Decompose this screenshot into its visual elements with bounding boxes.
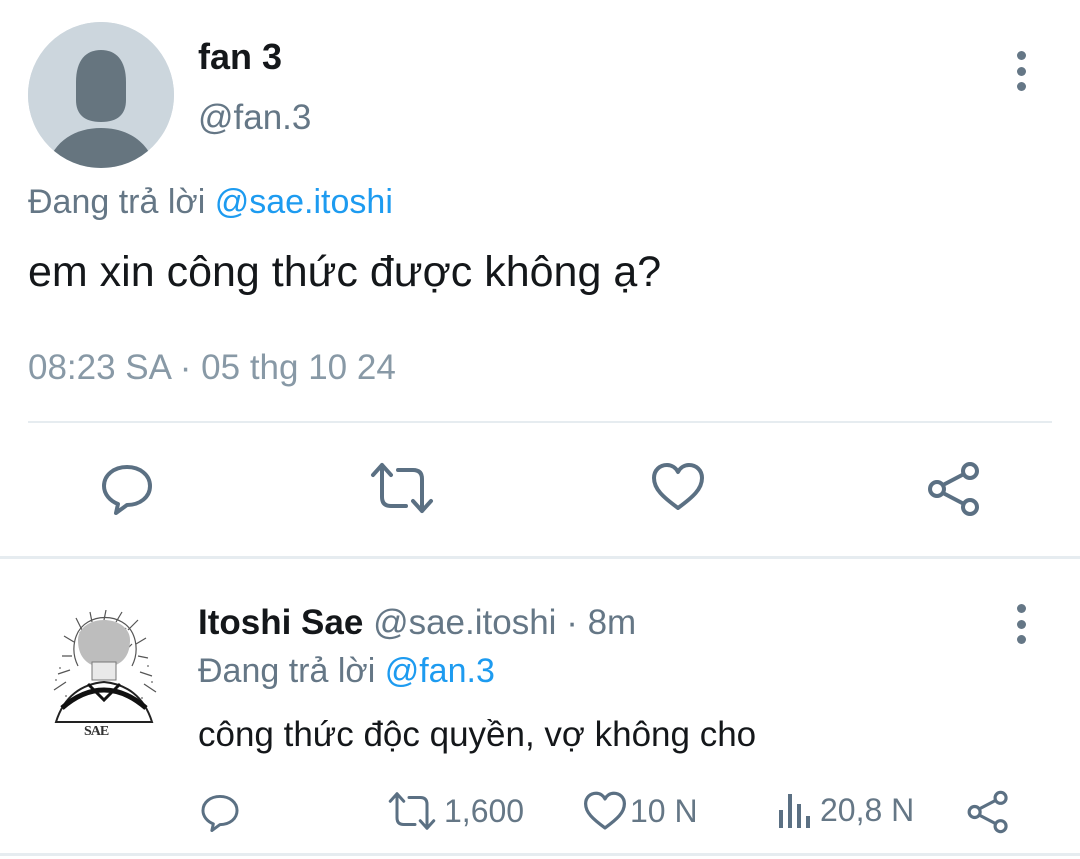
share-icon bbox=[928, 462, 979, 516]
reply-avatar[interactable]: SAE bbox=[48, 609, 160, 742]
share-button[interactable] bbox=[926, 461, 982, 517]
divider bbox=[28, 421, 1052, 423]
reply-replying-to: Đang trả lời @fan.3 bbox=[198, 652, 495, 691]
replying-mention-link[interactable]: @sae.itoshi bbox=[215, 183, 393, 221]
reply-age[interactable]: 8m bbox=[588, 603, 637, 642]
reply-share-button[interactable] bbox=[966, 790, 1010, 834]
views-chart-icon bbox=[779, 794, 810, 828]
reply-display-name[interactable]: Itoshi Sae bbox=[198, 603, 363, 642]
reply-header: Itoshi Sae @sae.itoshi · 8m bbox=[198, 603, 636, 643]
default-avatar-icon bbox=[28, 22, 174, 168]
anime-avatar-icon bbox=[53, 609, 157, 723]
dot-icon bbox=[1016, 635, 1026, 644]
replying-label: Đang trả lời bbox=[28, 183, 206, 221]
comment-icon bbox=[102, 465, 152, 515]
avatar-signature: SAE bbox=[84, 724, 109, 739]
section-divider bbox=[0, 556, 1080, 559]
retweet-button[interactable] bbox=[370, 461, 434, 515]
dot-icon bbox=[1016, 604, 1026, 613]
dot-icon bbox=[1016, 66, 1026, 76]
heart-icon bbox=[652, 463, 704, 510]
avatar[interactable] bbox=[28, 22, 174, 168]
reply-like-button[interactable]: 10 N bbox=[582, 790, 698, 832]
retweet-icon bbox=[371, 463, 433, 513]
display-name[interactable]: fan 3 bbox=[198, 36, 282, 78]
separator-dot: · bbox=[566, 603, 578, 642]
more-options-button[interactable] bbox=[1011, 51, 1031, 91]
like-count: 10 N bbox=[630, 792, 698, 829]
tweet-text: em xin công thức được không ạ? bbox=[28, 248, 662, 296]
replying-label: Đang trả lời bbox=[198, 652, 376, 690]
like-button[interactable] bbox=[650, 461, 706, 513]
tweet-timestamp[interactable]: 08:23 SA · 05 thg 10 24 bbox=[28, 348, 396, 388]
reply-more-options-button[interactable] bbox=[1011, 604, 1031, 644]
dot-icon bbox=[1016, 619, 1026, 629]
retweet-count: 1,600 bbox=[444, 792, 525, 829]
heart-icon bbox=[584, 791, 626, 830]
bottom-divider bbox=[0, 853, 1080, 856]
reply-retweet-button[interactable]: 1,600 bbox=[388, 790, 524, 832]
dot-icon bbox=[1016, 51, 1026, 60]
reply-text: công thức độc quyền, vợ không cho bbox=[198, 715, 757, 754]
replying-mention-link[interactable]: @fan.3 bbox=[385, 652, 495, 690]
retweet-icon bbox=[388, 792, 436, 830]
reply-comment-button[interactable] bbox=[200, 792, 240, 832]
reply-views-button[interactable]: 20,8 N bbox=[776, 790, 914, 830]
dot-icon bbox=[1016, 82, 1026, 91]
comment-icon bbox=[201, 794, 239, 832]
user-handle[interactable]: @fan.3 bbox=[198, 98, 311, 138]
replying-to: Đang trả lời @sae.itoshi bbox=[28, 183, 393, 222]
reply-handle[interactable]: @sae.itoshi bbox=[373, 603, 556, 642]
share-icon bbox=[967, 790, 1008, 834]
views-count: 20,8 N bbox=[820, 791, 915, 828]
reply-button[interactable] bbox=[100, 461, 154, 515]
